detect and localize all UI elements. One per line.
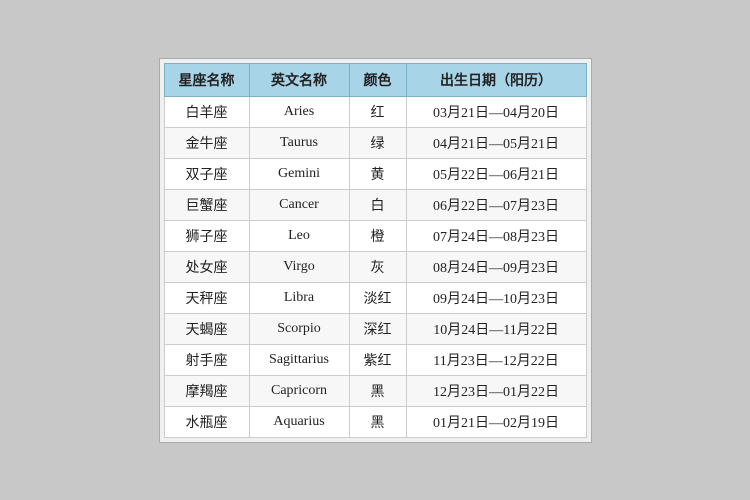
header-color: 颜色 — [349, 63, 406, 96]
table-row: 射手座Sagittarius紫红11月23日—12月22日 — [164, 344, 586, 375]
cell-color: 深红 — [349, 313, 406, 344]
cell-color: 绿 — [349, 127, 406, 158]
table-row: 白羊座Aries红03月21日—04月20日 — [164, 96, 586, 127]
table-row: 金牛座Taurus绿04月21日—05月21日 — [164, 127, 586, 158]
table-row: 处女座Virgo灰08月24日—09月23日 — [164, 251, 586, 282]
cell-english: Aquarius — [249, 406, 349, 437]
cell-english: Libra — [249, 282, 349, 313]
table-wrapper: 星座名称 英文名称 颜色 出生日期（阳历） 白羊座Aries红03月21日—04… — [159, 58, 592, 443]
cell-date: 10月24日—11月22日 — [406, 313, 586, 344]
cell-date: 07月24日—08月23日 — [406, 220, 586, 251]
cell-chinese: 天蝎座 — [164, 313, 249, 344]
cell-color: 橙 — [349, 220, 406, 251]
table-row: 天秤座Libra淡红09月24日—10月23日 — [164, 282, 586, 313]
cell-english: Gemini — [249, 158, 349, 189]
cell-date: 03月21日—04月20日 — [406, 96, 586, 127]
cell-chinese: 水瓶座 — [164, 406, 249, 437]
table-row: 水瓶座Aquarius黑01月21日—02月19日 — [164, 406, 586, 437]
cell-english: Capricorn — [249, 375, 349, 406]
cell-date: 08月24日—09月23日 — [406, 251, 586, 282]
cell-color: 淡红 — [349, 282, 406, 313]
header-english: 英文名称 — [249, 63, 349, 96]
cell-chinese: 白羊座 — [164, 96, 249, 127]
cell-chinese: 处女座 — [164, 251, 249, 282]
cell-english: Taurus — [249, 127, 349, 158]
cell-english: Sagittarius — [249, 344, 349, 375]
cell-date: 06月22日—07月23日 — [406, 189, 586, 220]
cell-english: Virgo — [249, 251, 349, 282]
table-row: 双子座Gemini黄05月22日—06月21日 — [164, 158, 586, 189]
cell-english: Scorpio — [249, 313, 349, 344]
cell-chinese: 双子座 — [164, 158, 249, 189]
cell-color: 黑 — [349, 406, 406, 437]
cell-date: 11月23日—12月22日 — [406, 344, 586, 375]
cell-english: Aries — [249, 96, 349, 127]
cell-chinese: 摩羯座 — [164, 375, 249, 406]
cell-english: Cancer — [249, 189, 349, 220]
table-row: 狮子座Leo橙07月24日—08月23日 — [164, 220, 586, 251]
cell-color: 灰 — [349, 251, 406, 282]
cell-color: 黄 — [349, 158, 406, 189]
cell-chinese: 金牛座 — [164, 127, 249, 158]
header-chinese: 星座名称 — [164, 63, 249, 96]
cell-chinese: 射手座 — [164, 344, 249, 375]
header-date: 出生日期（阳历） — [406, 63, 586, 96]
cell-date: 05月22日—06月21日 — [406, 158, 586, 189]
table-header-row: 星座名称 英文名称 颜色 出生日期（阳历） — [164, 63, 586, 96]
zodiac-table: 星座名称 英文名称 颜色 出生日期（阳历） 白羊座Aries红03月21日—04… — [164, 63, 587, 438]
cell-color: 黑 — [349, 375, 406, 406]
table-row: 摩羯座Capricorn黑12月23日—01月22日 — [164, 375, 586, 406]
cell-color: 红 — [349, 96, 406, 127]
cell-date: 09月24日—10月23日 — [406, 282, 586, 313]
cell-date: 01月21日—02月19日 — [406, 406, 586, 437]
cell-color: 白 — [349, 189, 406, 220]
cell-date: 12月23日—01月22日 — [406, 375, 586, 406]
cell-chinese: 狮子座 — [164, 220, 249, 251]
cell-date: 04月21日—05月21日 — [406, 127, 586, 158]
table-row: 巨蟹座Cancer白06月22日—07月23日 — [164, 189, 586, 220]
table-body: 白羊座Aries红03月21日—04月20日金牛座Taurus绿04月21日—0… — [164, 96, 586, 437]
cell-english: Leo — [249, 220, 349, 251]
table-row: 天蝎座Scorpio深红10月24日—11月22日 — [164, 313, 586, 344]
cell-chinese: 天秤座 — [164, 282, 249, 313]
cell-color: 紫红 — [349, 344, 406, 375]
cell-chinese: 巨蟹座 — [164, 189, 249, 220]
